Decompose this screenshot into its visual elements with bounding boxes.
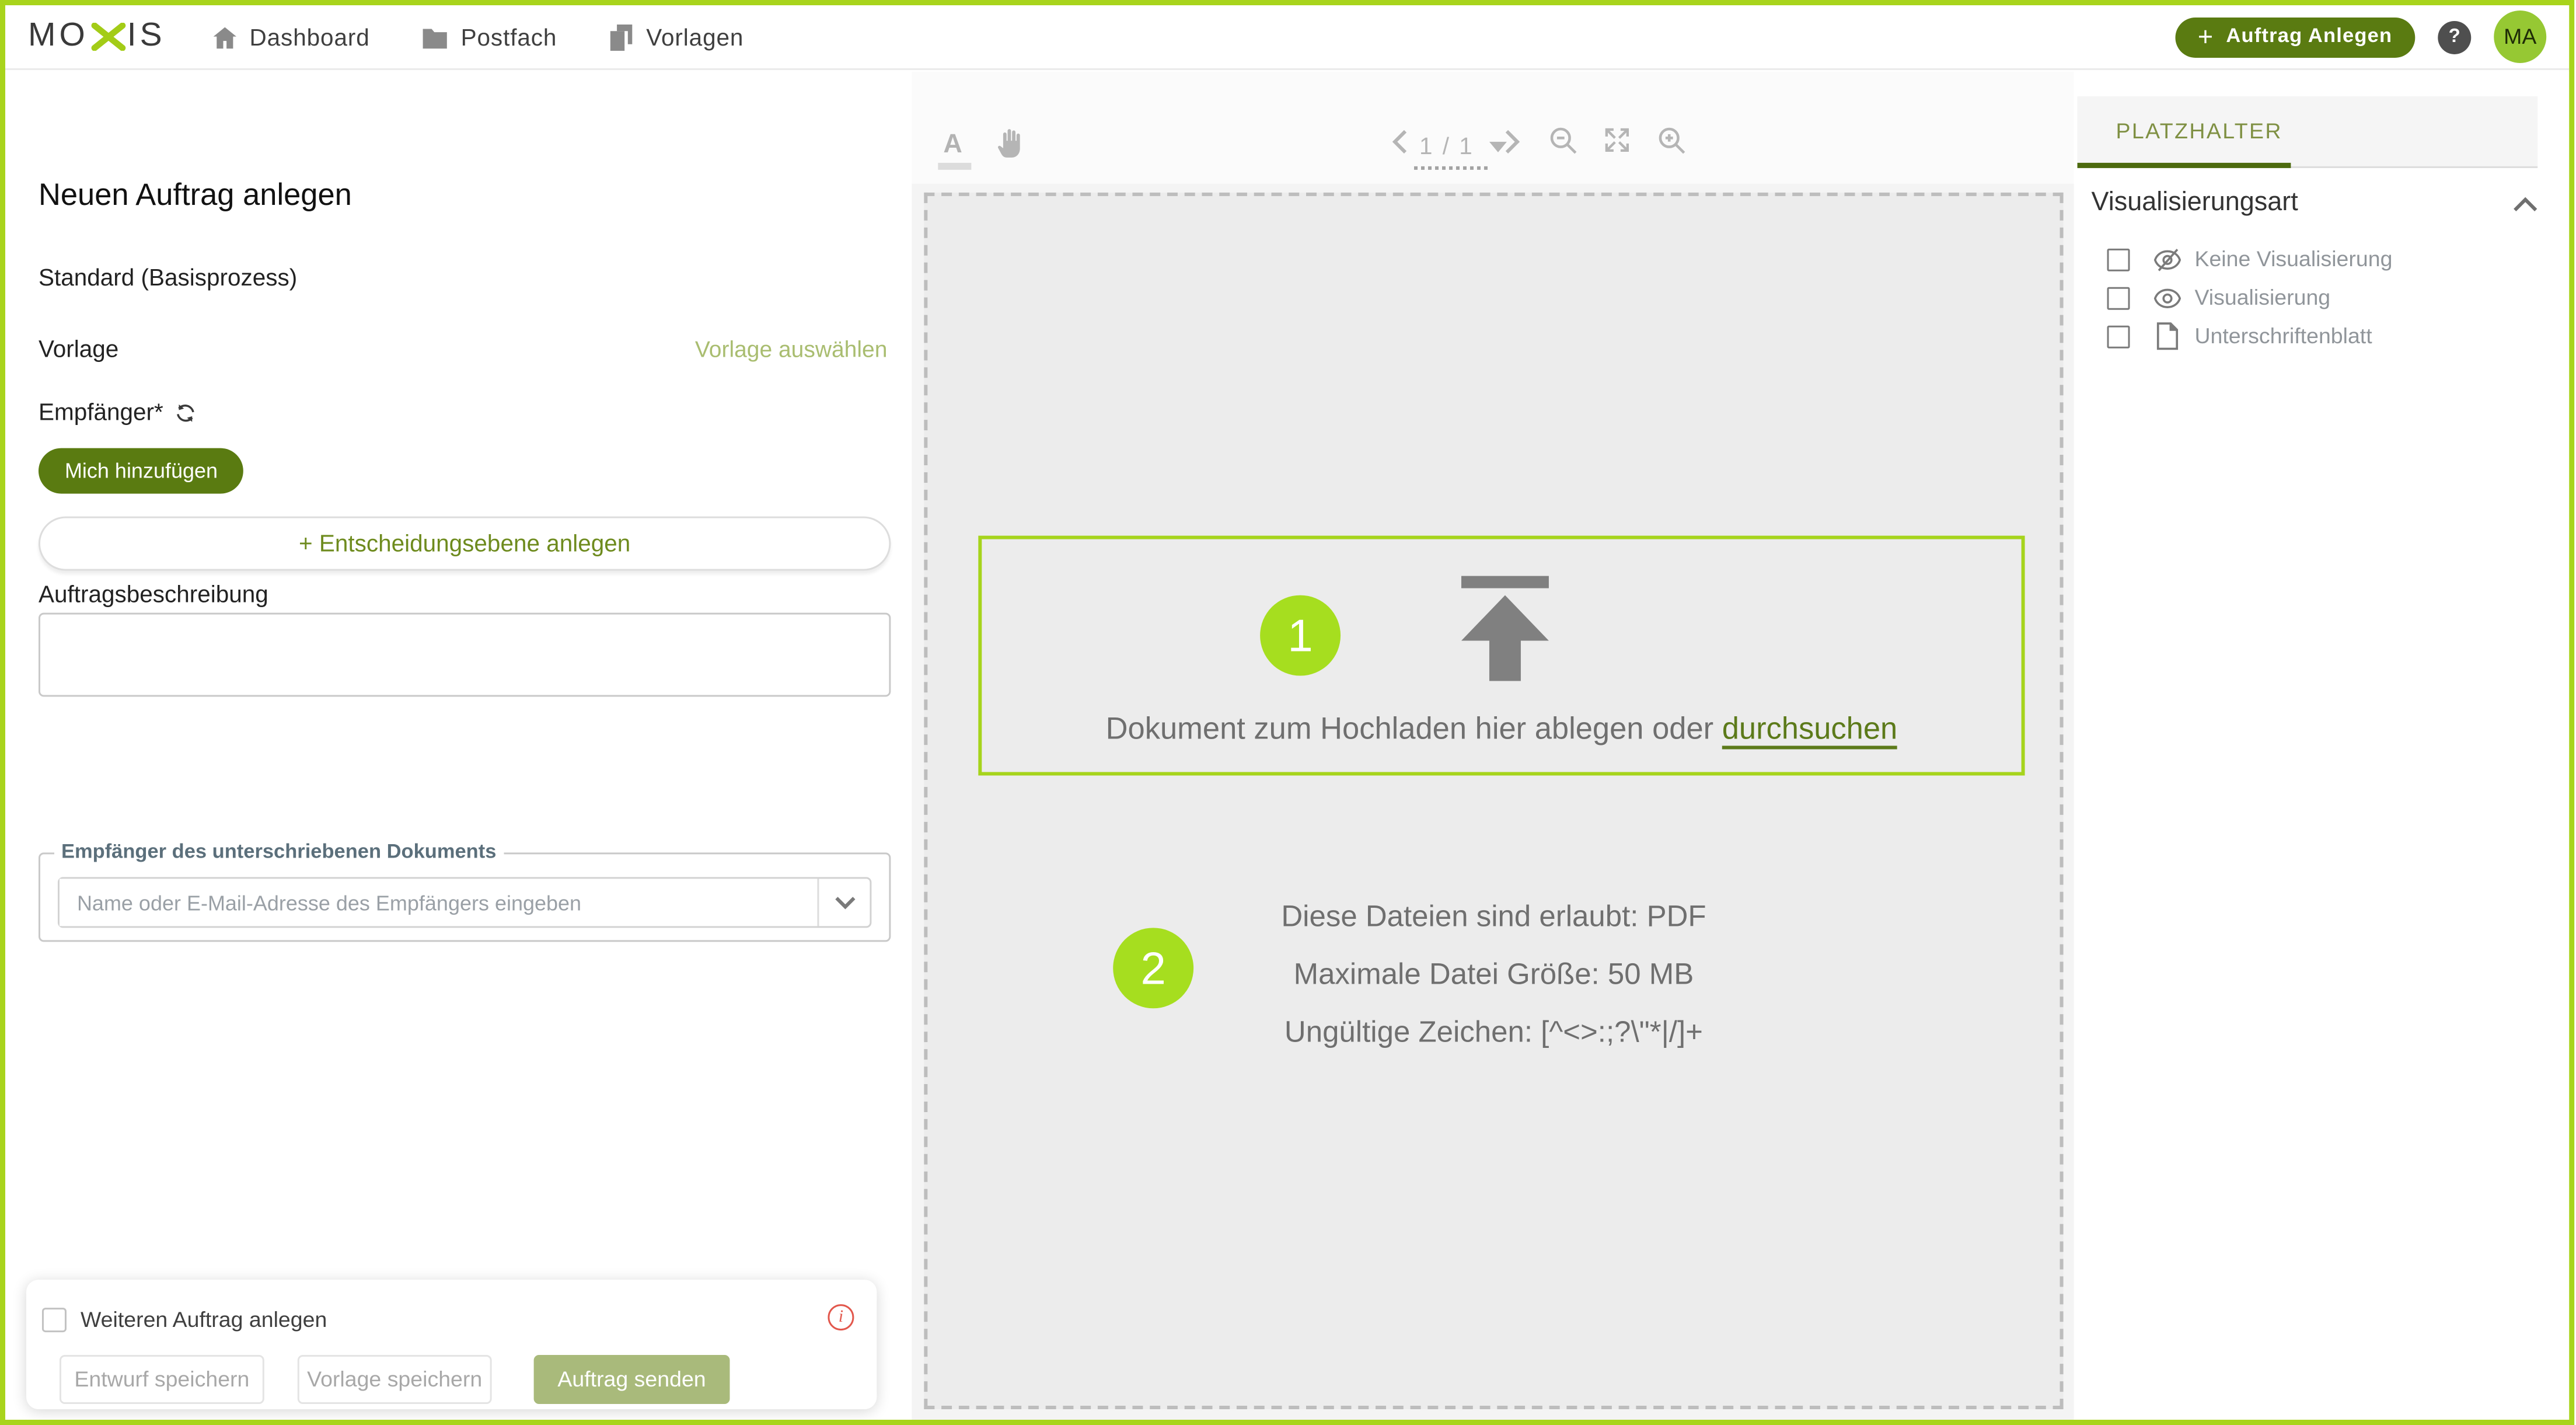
prev-page-button[interactable] bbox=[1391, 130, 1409, 163]
templates-icon bbox=[609, 23, 634, 50]
recipient-legend: Empfänger des unterschriebenen Dokuments bbox=[54, 842, 503, 863]
add-me-button[interactable]: Mich hinzufügen bbox=[39, 448, 244, 494]
order-form-panel: Neuen Auftrag anlegen Standard (Basispro… bbox=[5, 72, 912, 1420]
add-decision-level-button[interactable]: + Entscheidungsebene anlegen bbox=[39, 517, 891, 571]
create-order-label: Auftrag Anlegen bbox=[2226, 26, 2392, 47]
panel-tabstrip: PLATZHALTER bbox=[2078, 96, 2538, 168]
home-icon bbox=[211, 23, 238, 50]
rule-characters: Ungültige Zeichen: [^<>:;?\"*|/]+ bbox=[927, 1003, 2060, 1061]
chevron-down-icon bbox=[834, 896, 855, 910]
chevron-up-icon bbox=[2513, 196, 2537, 212]
chevron-right-icon bbox=[1503, 130, 1521, 154]
browse-link[interactable]: durchsuchen bbox=[1722, 711, 1898, 750]
folder-icon bbox=[423, 25, 449, 48]
plus-icon: + bbox=[2198, 23, 2214, 50]
document-canvas-area: 1 Dokument zum Hochladen hier ablegen od… bbox=[912, 184, 2074, 1420]
description-label: Auftragsbeschreibung bbox=[39, 581, 268, 608]
nav-postfach-label: Postfach bbox=[461, 23, 557, 50]
text-annotation-tool[interactable]: A bbox=[943, 130, 962, 159]
zoom-in-button[interactable] bbox=[1657, 126, 1687, 165]
avatar[interactable]: MA bbox=[2494, 11, 2546, 63]
upload-target-box[interactable]: 1 Dokument zum Hochladen hier ablegen od… bbox=[978, 536, 2025, 776]
nav-vorlagen-label: Vorlagen bbox=[646, 23, 744, 50]
active-tab-indicator bbox=[2078, 163, 2291, 168]
option-label: Visualisierung bbox=[2194, 285, 2330, 310]
empfaenger-label: Empfänger* bbox=[39, 399, 198, 426]
document-icon bbox=[2151, 322, 2182, 350]
moxis-logo[interactable]: MO IS bbox=[28, 18, 166, 56]
step-badge-1: 1 bbox=[1260, 595, 1341, 676]
eye-icon bbox=[2151, 284, 2182, 311]
create-order-button[interactable]: + Auftrag Anlegen bbox=[2175, 16, 2415, 57]
another-order-checkbox[interactable] bbox=[42, 1308, 67, 1332]
main-nav: Dashboard Postfach Vorlagen bbox=[211, 23, 744, 50]
drop-instruction-text: Dokument zum Hochladen hier ablegen oder bbox=[1106, 711, 1722, 746]
keine-visualisierung-checkbox[interactable] bbox=[2107, 248, 2130, 270]
upload-rules: Diese Dateien sind erlaubt: PDF Maximale… bbox=[927, 887, 2060, 1061]
option-keine-visualisierung: Keine Visualisierung bbox=[2078, 242, 2393, 277]
page-title: Neuen Auftrag anlegen bbox=[39, 177, 352, 214]
top-bar: MO IS Dashboard Postfach Vorlagen bbox=[5, 5, 2569, 70]
header-actions: + Auftrag Anlegen ? MA bbox=[2175, 11, 2546, 63]
form-footer-card: Weiteren Auftrag anlegen i Entwurf speic… bbox=[26, 1280, 877, 1409]
recipient-input-group bbox=[58, 877, 871, 928]
nav-dashboard-label: Dashboard bbox=[250, 23, 370, 50]
process-type-label: Standard (Basisprozess) bbox=[39, 264, 297, 291]
tab-platzhalter[interactable]: PLATZHALTER bbox=[2116, 96, 2282, 166]
option-label: Keine Visualisierung bbox=[2194, 247, 2392, 271]
eye-off-icon bbox=[2151, 246, 2182, 272]
document-viewer: A 1 / 1 bbox=[912, 72, 2074, 1420]
collapse-section-button[interactable] bbox=[2513, 189, 2537, 221]
option-label: Unterschriftenblatt bbox=[2194, 324, 2372, 349]
page-indicator[interactable]: 1 / 1 bbox=[1419, 133, 1474, 159]
viewer-toolbar: A 1 / 1 bbox=[912, 72, 2074, 184]
help-button[interactable]: ? bbox=[2438, 20, 2471, 53]
pan-tool[interactable] bbox=[996, 124, 1027, 168]
upload-dropzone[interactable]: 1 Dokument zum Hochladen hier ablegen od… bbox=[924, 193, 2063, 1409]
logo-text-is: IS bbox=[127, 18, 166, 56]
nav-postfach[interactable]: Postfach bbox=[423, 23, 557, 50]
chevron-left-icon bbox=[1391, 130, 1409, 154]
vorlage-auswaehlen-link[interactable]: Vorlage auswählen bbox=[695, 336, 887, 363]
description-textarea[interactable] bbox=[39, 613, 891, 697]
info-icon[interactable]: i bbox=[828, 1304, 854, 1330]
drop-instruction: Dokument zum Hochladen hier ablegen oder… bbox=[982, 711, 2021, 748]
save-draft-button[interactable]: Entwurf speichern bbox=[60, 1355, 264, 1404]
save-template-button[interactable]: Vorlage speichern bbox=[298, 1355, 492, 1404]
sync-icon[interactable] bbox=[174, 400, 198, 424]
expand-icon bbox=[1603, 126, 1631, 154]
empfaenger-label-text: Empfänger* bbox=[39, 399, 163, 426]
zoom-out-icon bbox=[1549, 126, 1579, 156]
option-visualisierung: Visualisierung bbox=[2078, 280, 2331, 315]
zoom-out-button[interactable] bbox=[1549, 126, 1579, 165]
another-order-label: Weiteren Auftrag anlegen bbox=[81, 1308, 327, 1332]
hand-icon bbox=[996, 124, 1027, 159]
text-tool-underline bbox=[938, 163, 971, 170]
visualisierung-checkbox[interactable] bbox=[2107, 286, 2130, 309]
recipient-input[interactable] bbox=[60, 879, 817, 926]
send-order-button[interactable]: Auftrag senden bbox=[534, 1355, 730, 1404]
rule-filesize: Maximale Datei Größe: 50 MB bbox=[927, 945, 2060, 1003]
fullscreen-button[interactable] bbox=[1603, 126, 1631, 163]
recipient-dropdown-button[interactable] bbox=[817, 879, 870, 926]
logo-text-mo: MO bbox=[28, 18, 89, 56]
placeholder-panel: PLATZHALTER Visualisierungsart Keine Vis… bbox=[2078, 72, 2570, 1420]
rule-filetype: Diese Dateien sind erlaubt: PDF bbox=[927, 887, 2060, 945]
nav-vorlagen[interactable]: Vorlagen bbox=[609, 23, 744, 50]
nav-dashboard[interactable]: Dashboard bbox=[211, 23, 370, 50]
recipient-fieldset: Empfänger des unterschriebenen Dokuments bbox=[39, 842, 891, 942]
app-window: MO IS Dashboard Postfach Vorlagen bbox=[0, 0, 2574, 1425]
unterschriftenblatt-checkbox[interactable] bbox=[2107, 325, 2130, 347]
vorlage-label: Vorlage bbox=[39, 336, 118, 363]
zoom-in-icon bbox=[1657, 126, 1687, 156]
next-page-button[interactable] bbox=[1503, 130, 1521, 163]
logo-x-icon bbox=[90, 23, 125, 51]
page-indicator-underline bbox=[1414, 166, 1488, 170]
visualization-section-title: Visualisierungsart bbox=[2092, 187, 2298, 217]
option-unterschriftenblatt: Unterschriftenblatt bbox=[2078, 319, 2372, 354]
